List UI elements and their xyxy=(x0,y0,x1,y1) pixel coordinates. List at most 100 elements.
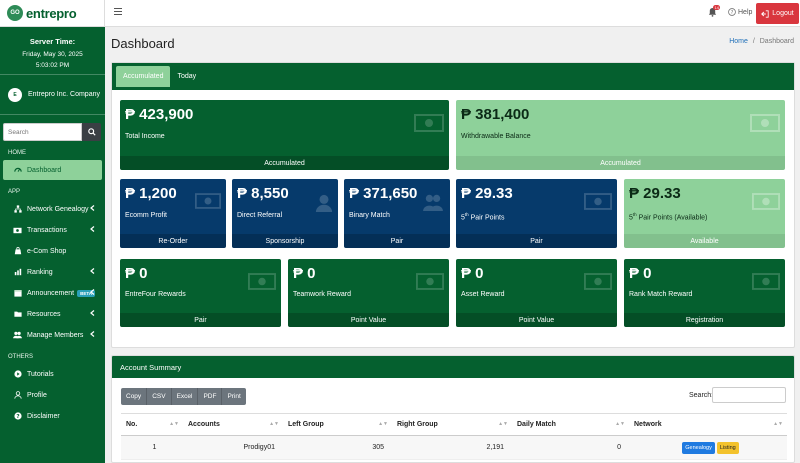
sidebar-item-ecom-shop[interactable]: e-Com Shop xyxy=(3,241,102,261)
dashboard-icon xyxy=(13,166,22,175)
sidebar-item-label: Profile xyxy=(27,391,47,399)
card-label: Rank Match Reward xyxy=(629,291,693,298)
card-label: 5th Pair Points xyxy=(461,212,504,221)
shop-icon xyxy=(13,247,22,256)
money-icon xyxy=(752,273,780,290)
help-link[interactable]: ? Help xyxy=(728,8,752,16)
table-search-input[interactable] xyxy=(712,387,786,403)
export-buttons: Copy CSV Excel PDF Print xyxy=(121,388,246,405)
column-header-network[interactable]: Network ▲▼ xyxy=(629,413,787,436)
card-footer: Registration xyxy=(624,313,785,327)
tab-accumulated[interactable]: Accumulated xyxy=(116,66,171,87)
question-icon: ? xyxy=(13,412,22,421)
help-label: Help xyxy=(738,8,753,16)
sidebar-item-disclaimer[interactable]: ? Disclaimer xyxy=(3,406,102,426)
svg-text:?: ? xyxy=(16,414,19,420)
sidebar-item-dashboard[interactable]: Dashboard xyxy=(3,160,102,180)
card-fifth-pair-points-available: ₱ 29.33 5th Pair Points (Available) Avai… xyxy=(624,179,785,248)
genealogy-button[interactable]: Genealogy xyxy=(682,442,715,454)
users-icon xyxy=(13,331,22,340)
sidebar: GO entrepro Server Time: Friday, May 30,… xyxy=(0,0,105,463)
sidebar-item-announcement[interactable]: Announcement BETA xyxy=(3,283,102,303)
card-value: ₱ 0 xyxy=(293,265,316,282)
sidebar-item-transactions[interactable]: Transactions xyxy=(3,220,102,240)
pdf-button[interactable]: PDF xyxy=(198,388,223,405)
sidebar-item-label: Dashboard xyxy=(27,166,62,174)
sidebar-item-label: Network Genealogy xyxy=(27,205,89,213)
sidebar-item-profile[interactable]: Profile xyxy=(3,385,102,405)
cell-daily-match: 0 xyxy=(512,435,629,460)
column-header-accounts[interactable]: Accounts ▲▼ xyxy=(183,413,283,436)
play-icon xyxy=(13,370,22,379)
sort-icon: ▲▼ xyxy=(615,421,625,427)
sidebar-item-label: Transactions xyxy=(27,226,67,234)
card-footer: Pair xyxy=(344,234,450,248)
user-icon xyxy=(13,391,22,400)
search-icon xyxy=(87,128,96,136)
server-date: Friday, May 30, 2025 xyxy=(22,51,83,58)
tab-today[interactable]: Today xyxy=(170,66,203,87)
card-rank-match-reward: ₱ 0 Rank Match Reward Registration xyxy=(624,259,785,327)
account-summary-panel: Account Summary Copy CSV Excel PDF Print… xyxy=(111,355,795,463)
cell-left-group: 305 xyxy=(283,435,392,460)
csv-button[interactable]: CSV xyxy=(147,388,172,405)
chevron-left-icon xyxy=(90,226,95,234)
money-icon xyxy=(13,226,22,235)
breadcrumb-home[interactable]: Home xyxy=(729,38,748,45)
card-label-text: Pair Points (Available) xyxy=(636,214,708,222)
breadcrumb-current: Dashboard xyxy=(759,38,794,45)
sort-icon: ▲▼ xyxy=(269,421,279,427)
card-footer: Available xyxy=(624,234,785,248)
card-label: Asset Reward xyxy=(461,291,505,298)
card-value: ₱ 381,400 xyxy=(461,106,530,123)
company-profile[interactable]: E Entrepro Inc. Company xyxy=(0,75,105,115)
logout-button[interactable]: Logout xyxy=(756,3,799,24)
card-label: EntreFour Rewards xyxy=(125,291,186,298)
sidebar-item-network-genealogy[interactable]: Network Genealogy xyxy=(3,199,102,219)
menu-toggle-icon[interactable] xyxy=(114,8,122,17)
sidebar-item-label: Disclaimer xyxy=(27,412,60,420)
users-icon xyxy=(423,194,443,211)
sort-icon: ▲▼ xyxy=(498,421,508,427)
copy-button[interactable]: Copy xyxy=(121,388,148,405)
table-search-label: Search: xyxy=(689,392,714,399)
search-button[interactable] xyxy=(82,123,101,141)
column-header-no[interactable]: No. ▲▼ xyxy=(121,413,183,436)
notification-bell-icon[interactable]: 14 xyxy=(708,5,721,19)
card-label: Teamwork Reward xyxy=(293,291,351,298)
chevron-left-icon xyxy=(90,289,95,297)
card-value: ₱ 371,650 xyxy=(349,185,418,202)
column-header-daily-match[interactable]: Daily Match ▲▼ xyxy=(512,413,629,436)
cell-account: Prodigy01 xyxy=(183,435,283,460)
sidebar-item-ranking[interactable]: Ranking xyxy=(3,262,102,282)
print-button[interactable]: Print xyxy=(222,388,246,405)
stats-tabs: Accumulated Today xyxy=(112,63,794,90)
column-header-left-group[interactable]: Left Group ▲▼ xyxy=(283,413,392,436)
brand[interactable]: GO entrepro xyxy=(0,0,105,27)
card-label: 5th Pair Points (Available) xyxy=(629,212,707,221)
server-time-title: Server Time: xyxy=(29,37,76,46)
card-footer: Accumulated xyxy=(456,156,785,170)
help-icon: ? xyxy=(728,8,736,16)
card-value: ₱ 29.33 xyxy=(629,185,681,202)
page-title: Dashboard xyxy=(111,36,175,51)
card-label: Total Income xyxy=(125,133,165,140)
card-label: Direct Referral xyxy=(237,212,283,219)
sidebar-item-label: Tutorials xyxy=(27,370,54,378)
card-label: Ecomm Profit xyxy=(125,212,168,219)
listing-button[interactable]: Listing xyxy=(716,442,739,454)
search-input[interactable] xyxy=(3,123,82,141)
table-row: 1 Prodigy01 305 2,191 0 Genealogy Listing xyxy=(121,435,787,460)
sidebar-item-tutorials[interactable]: Tutorials xyxy=(3,364,102,384)
company-avatar: E xyxy=(8,87,22,102)
calendar-icon xyxy=(13,289,22,298)
column-header-right-group[interactable]: Right Group ▲▼ xyxy=(392,413,512,436)
sidebar-item-manage-members[interactable]: Manage Members xyxy=(3,325,102,345)
card-value: ₱ 0 xyxy=(461,265,484,282)
sidebar-item-label: Manage Members xyxy=(27,331,84,339)
excel-button[interactable]: Excel xyxy=(171,388,199,405)
sidebar-item-label: e-Com Shop xyxy=(27,247,67,255)
sidebar-item-label: Ranking xyxy=(27,268,53,276)
sidebar-item-resources[interactable]: Resources xyxy=(3,304,102,324)
cell-right-group: 2,191 xyxy=(392,435,512,460)
